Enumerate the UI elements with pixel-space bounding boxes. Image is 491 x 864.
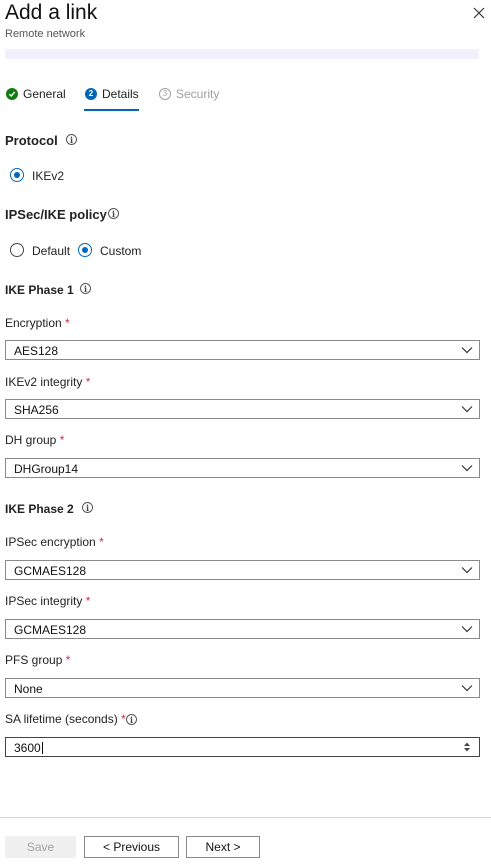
policy-heading: IPSec/IKE policy xyxy=(5,207,107,222)
required-asterisk: * xyxy=(85,375,91,389)
protocol-heading: Protocol xyxy=(5,133,58,148)
radio-default[interactable] xyxy=(10,243,24,257)
radio-ikev2-label[interactable]: IKEv2 xyxy=(32,169,64,183)
info-icon[interactable]: i xyxy=(66,134,77,145)
previous-button[interactable]: < Previous xyxy=(84,836,179,858)
text-cursor xyxy=(41,742,43,754)
close-icon[interactable] xyxy=(472,6,486,20)
info-banner xyxy=(5,49,479,59)
ipsec-integrity-dropdown[interactable]: GCMAES128 xyxy=(5,619,480,639)
chevron-down-icon xyxy=(461,465,473,472)
active-tab-indicator xyxy=(84,109,139,111)
save-button[interactable]: Save xyxy=(5,836,76,858)
dh-group-dropdown[interactable]: DHGroup14 xyxy=(5,458,480,478)
pfs-group-label: PFS group * xyxy=(5,653,71,667)
sa-lifetime-value: 3600 xyxy=(14,741,43,755)
pfs-group-value: None xyxy=(14,682,43,696)
tab-security-label: Security xyxy=(176,87,220,101)
radio-custom[interactable] xyxy=(78,243,92,257)
ikev2-integrity-label: IKEv2 integrity * xyxy=(5,375,91,389)
info-icon[interactable]: i xyxy=(126,714,137,725)
policy-custom-option[interactable]: Custom xyxy=(78,243,158,259)
radio-ikev2[interactable] xyxy=(10,168,24,182)
ike-phase1-heading: IKE Phase 1 xyxy=(5,283,74,297)
tab-general[interactable]: General xyxy=(6,84,66,104)
step-number-badge: 3 xyxy=(159,88,171,100)
tab-details[interactable]: 2 Details xyxy=(85,84,139,104)
required-asterisk: * xyxy=(65,316,70,330)
next-button[interactable]: Next > xyxy=(186,836,260,858)
ipsec-encryption-label: IPSec encryption * xyxy=(5,535,104,549)
tab-security[interactable]: 3 Security xyxy=(159,84,219,104)
sa-lifetime-input[interactable]: 3600 xyxy=(5,737,480,757)
chevron-down-icon xyxy=(461,685,473,692)
dh-group-label: DH group * xyxy=(5,433,65,447)
required-asterisk: * xyxy=(85,594,91,608)
tab-general-label: General xyxy=(23,87,66,101)
info-icon[interactable]: i xyxy=(82,502,93,513)
ipsec-encryption-value: GCMAES128 xyxy=(14,564,87,578)
ipsec-integrity-value: GCMAES128 xyxy=(14,623,87,637)
chevron-down-icon xyxy=(461,406,473,413)
required-asterisk: * xyxy=(65,653,71,667)
panel-title: Add a link xyxy=(5,1,98,24)
chevron-down-icon xyxy=(461,347,473,354)
ikev2-integrity-dropdown[interactable]: SHA256 xyxy=(5,399,480,419)
footer-divider xyxy=(0,817,491,818)
check-circle-icon xyxy=(6,88,18,100)
chevron-down-icon xyxy=(461,567,473,574)
info-icon[interactable]: i xyxy=(108,208,119,219)
encryption-label: Encryption * xyxy=(5,316,70,330)
spinner-arrows-icon[interactable] xyxy=(463,741,471,753)
encryption-value: AES128 xyxy=(14,344,59,358)
step-number-badge: 2 xyxy=(85,88,97,100)
ipsec-integrity-label: IPSec integrity * xyxy=(5,594,91,608)
ipsec-encryption-dropdown[interactable]: GCMAES128 xyxy=(5,560,480,580)
pfs-group-dropdown[interactable]: None xyxy=(5,678,480,698)
ike-phase2-heading: IKE Phase 2 xyxy=(5,502,74,516)
radio-default-label[interactable]: Default xyxy=(32,244,70,258)
tab-details-label: Details xyxy=(102,87,139,101)
info-icon[interactable]: i xyxy=(80,283,91,294)
panel-subtitle: Remote network xyxy=(5,28,86,40)
policy-default-option[interactable]: Default xyxy=(10,243,80,259)
sa-lifetime-label: SA lifetime (seconds) * xyxy=(5,712,126,726)
required-asterisk: * xyxy=(99,535,104,549)
encryption-dropdown[interactable]: AES128 xyxy=(5,340,480,360)
dh-group-value: DHGroup14 xyxy=(14,462,79,476)
chevron-down-icon xyxy=(461,626,473,633)
required-asterisk: * xyxy=(59,433,65,447)
ikev2-integrity-value: SHA256 xyxy=(14,403,59,417)
protocol-ikev2-option[interactable]: IKEv2 xyxy=(10,168,90,184)
radio-custom-label[interactable]: Custom xyxy=(100,244,141,258)
